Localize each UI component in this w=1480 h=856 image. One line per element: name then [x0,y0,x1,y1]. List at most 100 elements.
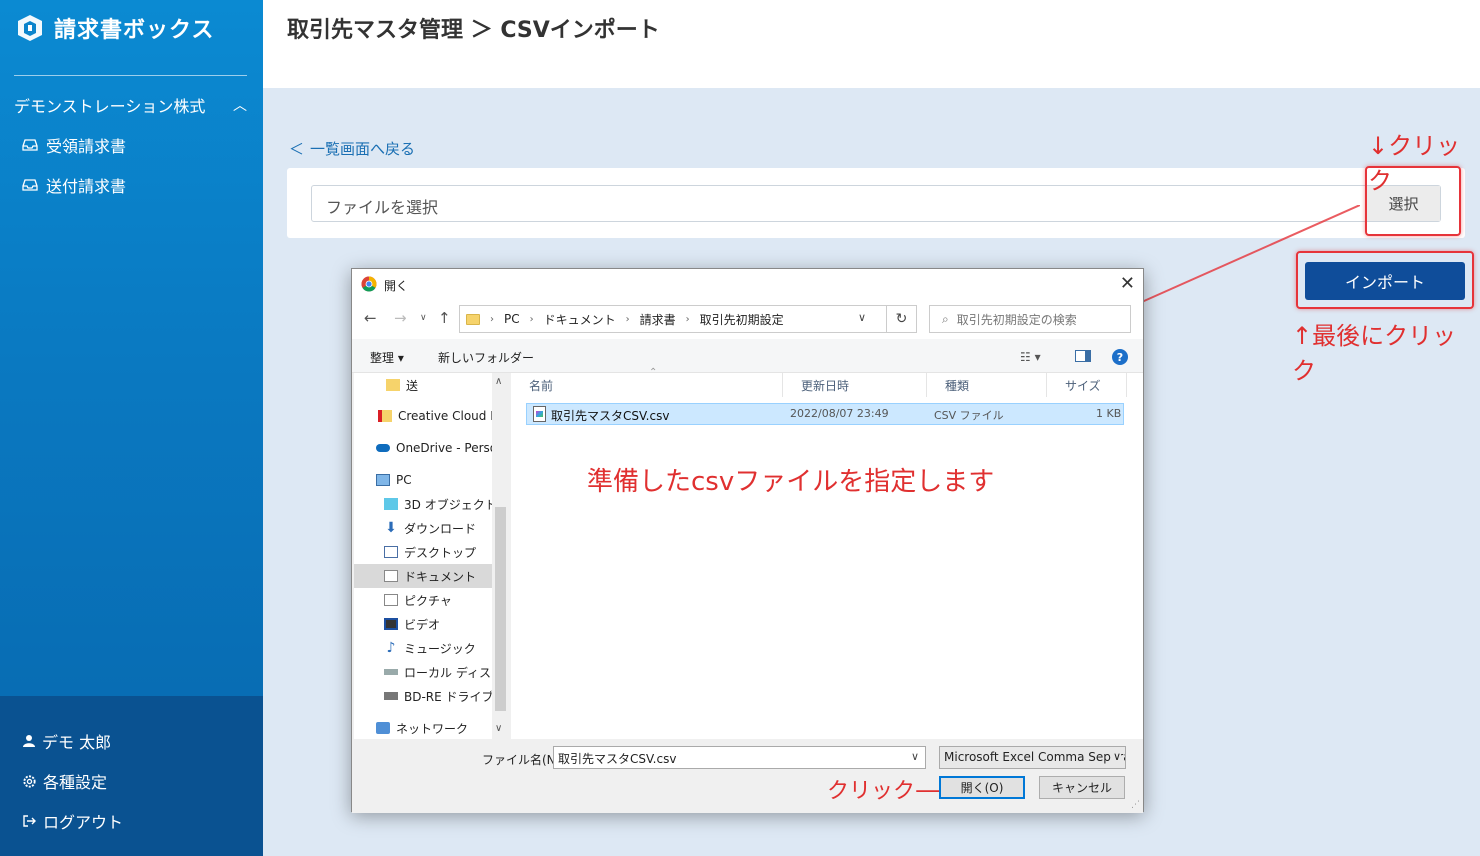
tree-item[interactable]: ビデオ [354,612,492,636]
breadcrumb-separator: › [685,313,690,325]
annotation-specify-csv: 準備したcsvファイルを指定します [587,467,995,497]
back-arrow-icon[interactable]: ← [364,309,377,327]
close-icon[interactable]: ✕ [1120,273,1135,294]
chevron-up-icon: ︿ [233,98,247,114]
file-modified: 2022/08/07 23:49 [790,407,889,420]
recent-locations-icon[interactable]: ∨ [420,313,427,323]
sidebar-divider [14,75,247,76]
logout-icon [23,815,36,827]
filetype-value: Microsoft Excel Comma Separated [944,750,1125,764]
tree-item[interactable]: OneDrive - Personal [354,436,492,460]
column-header-size[interactable]: サイズ [1047,373,1127,397]
chevron-down-icon[interactable]: ∨ [911,750,919,763]
column-header-name[interactable]: 名前 [511,373,783,397]
forward-arrow-icon[interactable]: → [394,309,407,327]
company-selector[interactable]: デモンストレーション株式 ︿ [14,93,247,117]
tree-item-label: PC [396,473,412,487]
tree-item[interactable]: ♪ ミュージック [354,636,492,660]
breadcrumb-item[interactable]: 取引先初期設定 [700,311,784,328]
user-name: デモ 太郎 [42,733,112,752]
sidebar-item-sent-invoices[interactable]: 送付請求書 [22,173,126,197]
breadcrumb-item[interactable]: PC [504,312,520,326]
tree-item-label: ネットワーク [396,721,469,736]
settings-link[interactable]: 各種設定 [22,769,107,793]
tree-item-selected[interactable]: ドキュメント [354,564,492,588]
cancel-button[interactable]: キャンセル [1039,776,1125,799]
resize-grip-icon[interactable]: ⋰ [1131,800,1140,810]
breadcrumb-item[interactable]: ドキュメント [544,311,616,328]
tree-item-label: BD-RE ドライブ (E:) [404,689,492,704]
tree-item[interactable]: ネットワーク [354,716,492,739]
preview-pane-icon[interactable] [1075,350,1091,362]
optical-drive-icon [384,692,398,700]
tree-item[interactable]: PC [354,468,492,492]
back-to-list-link[interactable]: ＜ 一覧画面へ戻る [289,138,415,159]
tree-scrollbar[interactable]: ∧ ∨ [492,373,509,739]
column-header-modified[interactable]: 更新日時 [783,373,927,397]
sidebar-item-label: 受領請求書 [46,137,127,156]
logout-link[interactable]: ログアウト [22,809,123,833]
organize-button[interactable]: 整理 ▾ [370,349,404,366]
tree-item-label: ダウンロード [404,521,477,536]
open-button[interactable]: 開く(O) [939,776,1025,799]
tree-item-label: Creative Cloud Files [398,409,492,423]
chrome-icon [361,276,377,292]
sidebar: 請求書ボックス デモンストレーション株式 ︿ 受領請求書 送付請求書 デモ 太郎… [0,0,263,856]
search-input[interactable]: ⌕ 取引先初期設定の検索 [929,305,1131,333]
chevron-down-icon[interactable]: ∨ [1110,750,1121,763]
up-arrow-icon[interactable]: ↑ [438,309,451,327]
new-folder-button[interactable]: 新しいフォルダー [438,349,534,366]
tree-item[interactable]: 送 [354,373,492,397]
sidebar-item-received-invoices[interactable]: 受領請求書 [22,133,126,157]
tree-item[interactable]: 3D オブジェクト [354,492,492,516]
page-header: 取引先マスタ管理 ＞ CSVインポート [263,0,1480,88]
annotation-click-open: クリック⟶ [827,779,947,804]
file-open-dialog: 開く ✕ ← → ∨ ↑ › PC › ドキュメント › 請求書 › 取引先初期… [351,268,1144,813]
desktop-icon [384,546,398,558]
tree-item-label: ビデオ [404,617,441,632]
scrollbar-thumb[interactable] [495,507,506,711]
annotation-click-top: ↓クリック [1368,132,1461,195]
view-options-icon[interactable]: ☷ ▾ [1020,350,1041,364]
breadcrumb-separator: › [529,313,534,325]
file-row-selected[interactable]: 取引先マスタCSV.csv 2022/08/07 23:49 CSV ファイル … [526,403,1124,425]
logout-label: ログアウト [43,813,124,832]
breadcrumb-separator: › [490,313,494,325]
annotation-connector-line [1134,205,1360,306]
file-size: 1 KB [1096,407,1122,420]
filename-input[interactable]: 取引先マスタCSV.csv ∨ [553,746,926,769]
chevron-down-icon[interactable]: ∨ [858,311,866,324]
dialog-title: 開く [384,279,409,293]
file-placeholder: ファイルを選択 [326,198,439,217]
filetype-select[interactable]: Microsoft Excel Comma Separated ∨ [939,746,1126,769]
tree-item[interactable]: BD-RE ドライブ (E:) [354,684,492,708]
tree-item[interactable]: ピクチャ [354,588,492,612]
dialog-footer: ファイル名(N): 取引先マスタCSV.csv ∨ Microsoft Exce… [352,739,1143,813]
tree-item-label: ドキュメント [404,569,477,584]
onedrive-icon [376,444,390,452]
tree-item[interactable]: ⬇ ダウンロード [354,516,492,540]
address-bar[interactable]: › PC › ドキュメント › 請求書 › 取引先初期設定 [459,305,917,333]
brand-name: 請求書ボックス [54,18,215,43]
scroll-down-icon[interactable]: ∨ [495,723,502,734]
tree-item[interactable]: デスクトップ [354,540,492,564]
folder-icon [466,313,480,325]
tree-item[interactable]: ローカル ディスク (C:) [354,660,492,684]
brand[interactable]: 請求書ボックス [14,12,214,44]
dialog-toolbar: 整理 ▾ 新しいフォルダー ☷ ▾ ? [352,339,1143,373]
user-menu[interactable]: デモ 太郎 [22,729,111,753]
dialog-navbar: ← → ∨ ↑ › PC › ドキュメント › 請求書 › 取引先初期設定 ∨ … [352,299,1143,339]
help-icon[interactable]: ? [1112,349,1128,365]
refresh-icon[interactable]: ↻ [886,305,916,333]
gear-icon [23,774,36,788]
3d-objects-icon [384,498,398,510]
column-header-type[interactable]: 種類 [927,373,1047,397]
navigation-pane: 送 Creative Cloud Files OneDrive - Person… [354,373,509,739]
breadcrumb-item[interactable]: 請求書 [640,311,676,328]
scroll-up-icon[interactable]: ∧ [495,376,502,387]
inbox-icon [22,179,38,191]
tree-item[interactable]: Creative Cloud Files [354,404,492,428]
download-icon: ⬇ [385,520,397,536]
pc-icon [376,474,390,486]
tree-item-label: 3D オブジェクト [404,497,492,512]
